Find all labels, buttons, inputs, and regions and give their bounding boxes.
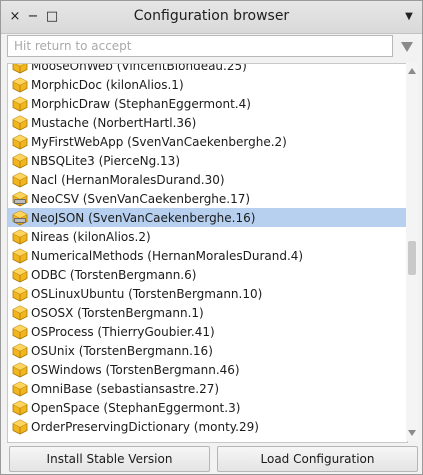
window-menu-icon[interactable]: ▼ (401, 8, 417, 24)
list-item-label: MorphicDoc (kilonAlios.1) (31, 77, 184, 92)
package-icon (12, 153, 28, 169)
scroll-down-icon[interactable] (406, 427, 418, 439)
package-loaded-icon (12, 191, 28, 207)
list-item-label: MyFirstWebApp (SvenVanCaekenberghe.2) (31, 134, 287, 149)
list-scrollbar[interactable] (406, 63, 418, 441)
package-loaded-icon (12, 210, 28, 226)
list-item-label: OSProcess (ThierryGoubier.41) (31, 324, 215, 339)
list-item-label: OpenSpace (StephanEggermont.3) (31, 400, 241, 415)
list-item[interactable]: NeoJSON (SvenVanCaekenberghe.16) (8, 208, 407, 227)
list-item[interactable]: MorphicDraw (StephanEggermont.4) (8, 94, 407, 113)
list-item-label: MooseOnWeb (VincentBlondeau.25) (31, 63, 247, 73)
list-item[interactable]: ODBC (TorstenBergmann.6) (8, 265, 407, 284)
list-item-label: OSOSX (TorstenBergmann.1) (31, 305, 204, 320)
list-item[interactable]: OSWindows (TorstenBergmann.46) (8, 360, 407, 379)
package-icon (12, 305, 28, 321)
package-icon (12, 229, 28, 245)
package-icon (12, 400, 28, 416)
list-item[interactable]: NeoCSV (SvenVanCaekenberghe.17) (8, 189, 407, 208)
list-item-label: NumericalMethods (HernanMoralesDurand.4) (31, 248, 304, 263)
list-item[interactable]: OpenSpace (StephanEggermont.3) (8, 398, 407, 417)
package-icon (12, 381, 28, 397)
window-title: Configuration browser (133, 8, 290, 24)
list-item-label: Mustache (NorbertHartl.36) (31, 115, 197, 130)
list-item[interactable]: MorphicDoc (kilonAlios.1) (8, 75, 407, 94)
list-item-label: OmniBase (sebastiansastre.27) (31, 381, 220, 396)
list-item[interactable]: NBSQLite3 (PierceNg.13) (8, 151, 407, 170)
list-item-label: OSLinuxUbuntu (TorstenBergmann.10) (31, 286, 263, 301)
package-icon (12, 248, 28, 264)
configuration-list[interactable]: MooseOnWeb (VincentBlondeau.25) MorphicDo… (7, 63, 408, 443)
package-icon (12, 134, 28, 150)
package-icon (12, 64, 28, 74)
list-item[interactable]: OSLinuxUbuntu (TorstenBergmann.10) (8, 284, 407, 303)
list-item[interactable]: NumericalMethods (HernanMoralesDurand.4) (8, 246, 407, 265)
list-item[interactable]: OSProcess (ThierryGoubier.41) (8, 322, 407, 341)
configuration-browser-window: × − □ Configuration browser ▼ MooseOnWeb… (0, 0, 423, 475)
package-icon (12, 77, 28, 93)
package-icon (12, 115, 28, 131)
list-item-label: OSUnix (TorstenBergmann.16) (31, 343, 213, 358)
package-icon (12, 362, 28, 378)
list-item[interactable]: OmniBase (sebastiansastre.27) (8, 379, 407, 398)
package-icon (12, 343, 28, 359)
package-icon (12, 267, 28, 283)
scroll-up-icon[interactable] (406, 65, 418, 77)
list-item[interactable]: Nireas (kilonAlios.2) (8, 227, 407, 246)
list-item-label: NeoCSV (SvenVanCaekenberghe.17) (31, 191, 251, 206)
load-configuration-button[interactable]: Load Configuration (217, 446, 418, 472)
title-bar[interactable]: × − □ Configuration browser ▼ (1, 1, 422, 34)
list-item-label: OSWindows (TorstenBergmann.46) (31, 362, 240, 377)
package-icon (12, 286, 28, 302)
list-item[interactable]: Mustache (NorbertHartl.36) (8, 113, 407, 132)
list-item[interactable]: Nacl (HernanMoralesDurand.30) (8, 170, 407, 189)
list-item-label: Nacl (HernanMoralesDurand.30) (31, 172, 225, 187)
button-bar: Install Stable Version Load Configuratio… (1, 446, 422, 474)
list-item-label: NeoJSON (SvenVanCaekenberghe.16) (31, 210, 256, 225)
package-icon (12, 172, 28, 188)
list-item-label: OrderPreservingDictionary (monty.29) (31, 419, 259, 434)
list-item-label: ODBC (TorstenBergmann.6) (31, 267, 197, 282)
search-row (7, 35, 418, 59)
list-item[interactable]: OSOSX (TorstenBergmann.1) (8, 303, 407, 322)
search-dropdown-icon[interactable] (396, 35, 418, 59)
list-item[interactable]: MyFirstWebApp (SvenVanCaekenberghe.2) (8, 132, 407, 151)
list-item[interactable]: OSUnix (TorstenBergmann.16) (8, 341, 407, 360)
list-item[interactable]: OrderPreservingDictionary (monty.29) (8, 417, 407, 436)
scrollbar-thumb[interactable] (408, 241, 416, 275)
list-item[interactable]: MooseOnWeb (VincentBlondeau.25) (8, 63, 407, 75)
package-icon (12, 96, 28, 112)
search-input[interactable] (7, 35, 393, 57)
list-item-label: NBSQLite3 (PierceNg.13) (31, 153, 180, 168)
list-item-label: Nireas (kilonAlios.2) (31, 229, 151, 244)
package-icon (12, 324, 28, 340)
package-icon (12, 419, 28, 435)
install-stable-version-button[interactable]: Install Stable Version (9, 446, 210, 472)
list-item-label: MorphicDraw (StephanEggermont.4) (31, 96, 251, 111)
